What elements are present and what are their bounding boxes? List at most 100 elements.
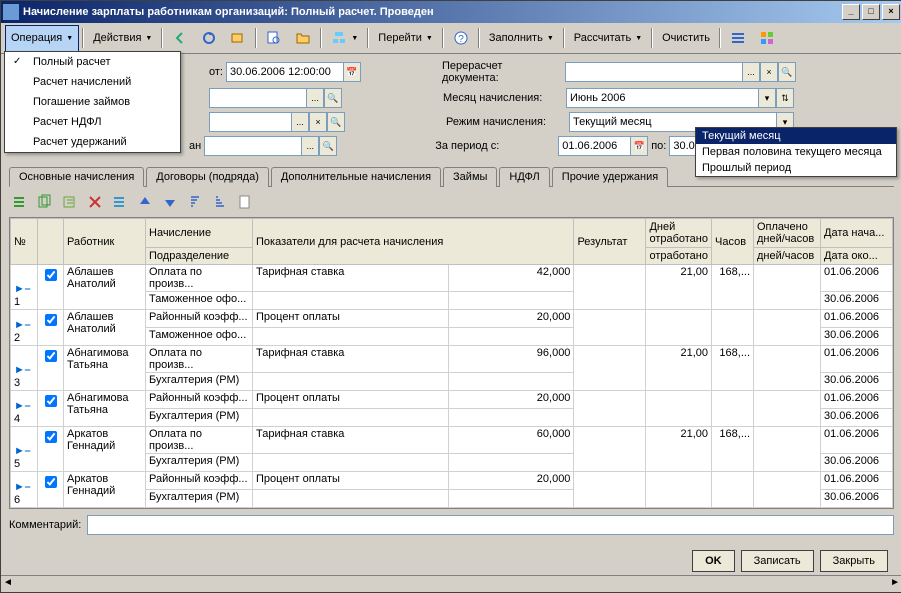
close-form-button[interactable]: Закрыть (820, 550, 888, 572)
month-stepper-button[interactable]: ⇅ (776, 88, 794, 108)
date-input[interactable] (226, 62, 343, 82)
hidden-input-3[interactable] (204, 136, 301, 156)
table-row[interactable]: ►⎯6 Аркатов Геннадий Районный коэфф... П… (11, 472, 893, 490)
close-button[interactable]: × (882, 4, 900, 20)
row-checkbox[interactable] (45, 269, 57, 281)
tool-button-1[interactable] (224, 25, 252, 52)
hidden-clear-2[interactable]: × (309, 112, 327, 132)
date-picker-button[interactable]: 📅 (343, 62, 361, 82)
folder-button[interactable] (289, 25, 317, 52)
mode-option-current[interactable]: Текущий месяц (696, 128, 896, 144)
mode-popup: Текущий месяц Первая половина текущего м… (695, 127, 897, 177)
menu-item-ndfl-calc[interactable]: Расчет НДФЛ (5, 112, 180, 132)
hidden-label-an: ан (189, 140, 201, 152)
col-indicators[interactable]: Показатели для расчета начисления (253, 219, 574, 265)
hidden-select-3[interactable]: ... (301, 136, 319, 156)
col-date-start[interactable]: Дата нача... (821, 219, 893, 248)
col-num[interactable]: № (11, 219, 38, 265)
row-checkbox[interactable] (45, 476, 57, 488)
col-paid[interactable]: Оплачено дней/часов (754, 219, 821, 248)
list-icon-button[interactable] (724, 25, 752, 52)
grid-edit-button[interactable] (59, 191, 81, 213)
period-from-input[interactable] (558, 136, 630, 156)
table-row[interactable]: ►⎯2 Аблашев Анатолий Районный коэфф... П… (11, 310, 893, 328)
tab-additional[interactable]: Дополнительные начисления (271, 167, 441, 187)
back-button[interactable] (166, 25, 194, 52)
recalc-input[interactable] (565, 62, 742, 82)
tab-contracts[interactable]: Договоры (подряда) (146, 167, 269, 187)
actions-menu-button[interactable]: Действия▼ (87, 25, 158, 52)
menu-item-loan-repay[interactable]: Погашение займов (5, 92, 180, 112)
operation-dropdown: ✓Полный расчет Расчет начислений Погашен… (4, 51, 181, 153)
clear-button[interactable]: Очистить (656, 25, 716, 52)
comment-input[interactable] (87, 515, 894, 535)
ok-button[interactable]: OK (692, 550, 735, 572)
tab-ndfl[interactable]: НДФЛ (499, 167, 549, 187)
menu-item-full-calc[interactable]: ✓Полный расчет (5, 52, 180, 72)
save-button[interactable]: Записать (741, 550, 814, 572)
row-checkbox[interactable] (45, 395, 57, 407)
help-button[interactable]: ? (447, 25, 475, 52)
find-button[interactable] (260, 25, 288, 52)
col-subdivision[interactable]: Подразделение (146, 248, 253, 265)
table-row[interactable]: ►⎯7 Бакинская Антонина Оклад по дням Тар… (11, 508, 893, 510)
menu-item-accrual-calc[interactable]: Расчет начислений (5, 72, 180, 92)
table-row[interactable]: ►⎯3 Абнагимова Татьяна Оплата по произв.… (11, 346, 893, 373)
grid-sort-desc-button[interactable] (209, 191, 231, 213)
period-label: За период с: (435, 140, 555, 152)
row-checkbox[interactable] (45, 431, 57, 443)
table-row[interactable]: ►⎯4 Абнагимова Татьяна Районный коэфф...… (11, 391, 893, 409)
col-worker[interactable]: Работник (64, 219, 146, 265)
hidden-search-3[interactable]: 🔍 (319, 136, 337, 156)
calc-menu-button[interactable]: Рассчитать▼ (568, 25, 648, 52)
fill-menu-button[interactable]: Заполнить▼ (483, 25, 560, 52)
grid-add-button[interactable] (9, 191, 31, 213)
table-row[interactable]: ►⎯5 Аркатов Геннадий Оплата по произв...… (11, 427, 893, 454)
tab-main-accruals[interactable]: Основные начисления (9, 167, 144, 187)
grid-sort-asc-button[interactable] (184, 191, 206, 213)
maximize-button[interactable]: □ (862, 4, 880, 20)
col-accrual[interactable]: Начисление (146, 219, 253, 248)
col-days[interactable]: Дней отработано (646, 219, 712, 248)
refresh-button[interactable] (195, 25, 223, 52)
menu-item-deduction-calc[interactable]: Расчет удержаний (5, 132, 180, 152)
grid-delete-button[interactable] (84, 191, 106, 213)
operation-menu-button[interactable]: Операция▼ (5, 25, 79, 52)
grid-toolbar (1, 187, 901, 217)
grid-filter-button[interactable] (109, 191, 131, 213)
main-toolbar: Операция▼ Действия▼ ▼ Перейти▼ ? Заполни… (1, 23, 901, 54)
month-dropdown-button[interactable]: ▾ (758, 88, 776, 108)
hidden-select-1[interactable]: ... (306, 88, 324, 108)
grid-doc-button[interactable] (234, 191, 256, 213)
hidden-input-1[interactable] (209, 88, 306, 108)
recalc-search-button[interactable]: 🔍 (778, 62, 796, 82)
month-input[interactable] (566, 88, 758, 108)
hidden-search-1[interactable]: 🔍 (324, 88, 342, 108)
row-checkbox[interactable] (45, 350, 57, 362)
recalc-select-button[interactable]: ... (742, 62, 760, 82)
minimize-button[interactable]: _ (842, 4, 860, 20)
col-hours[interactable]: Часов (712, 219, 754, 265)
recalc-clear-button[interactable]: × (760, 62, 778, 82)
tab-loans[interactable]: Займы (443, 167, 497, 187)
structure-button[interactable]: ▼ (325, 25, 364, 52)
mode-option-first-half[interactable]: Первая половина текущего месяца (696, 144, 896, 160)
mode-option-past[interactable]: Прошлый период (696, 160, 896, 176)
hidden-search-2[interactable]: 🔍 (327, 112, 345, 132)
hidden-select-2[interactable]: ... (291, 112, 309, 132)
grid-wrapper[interactable]: № Работник Начисление Показатели для рас… (9, 217, 894, 509)
tab-other-deductions[interactable]: Прочие удержания (552, 167, 668, 187)
col-result[interactable]: Результат (574, 219, 646, 265)
col-date-end[interactable]: Дата око... (821, 248, 893, 265)
goto-menu-button[interactable]: Перейти▼ (372, 25, 439, 52)
grid-up-button[interactable] (134, 191, 156, 213)
month-label: Месяц начисления: (443, 92, 563, 104)
table-row[interactable]: ►⎯1 Аблашев Анатолий Оплата по произв...… (11, 265, 893, 292)
period-from-picker[interactable]: 📅 (630, 136, 648, 156)
settings-icon-button[interactable] (753, 25, 781, 52)
grid-down-button[interactable] (159, 191, 181, 213)
date-label: от: (209, 66, 223, 78)
grid-copy-button[interactable] (34, 191, 56, 213)
row-checkbox[interactable] (45, 314, 57, 326)
hidden-input-2[interactable] (209, 112, 291, 132)
